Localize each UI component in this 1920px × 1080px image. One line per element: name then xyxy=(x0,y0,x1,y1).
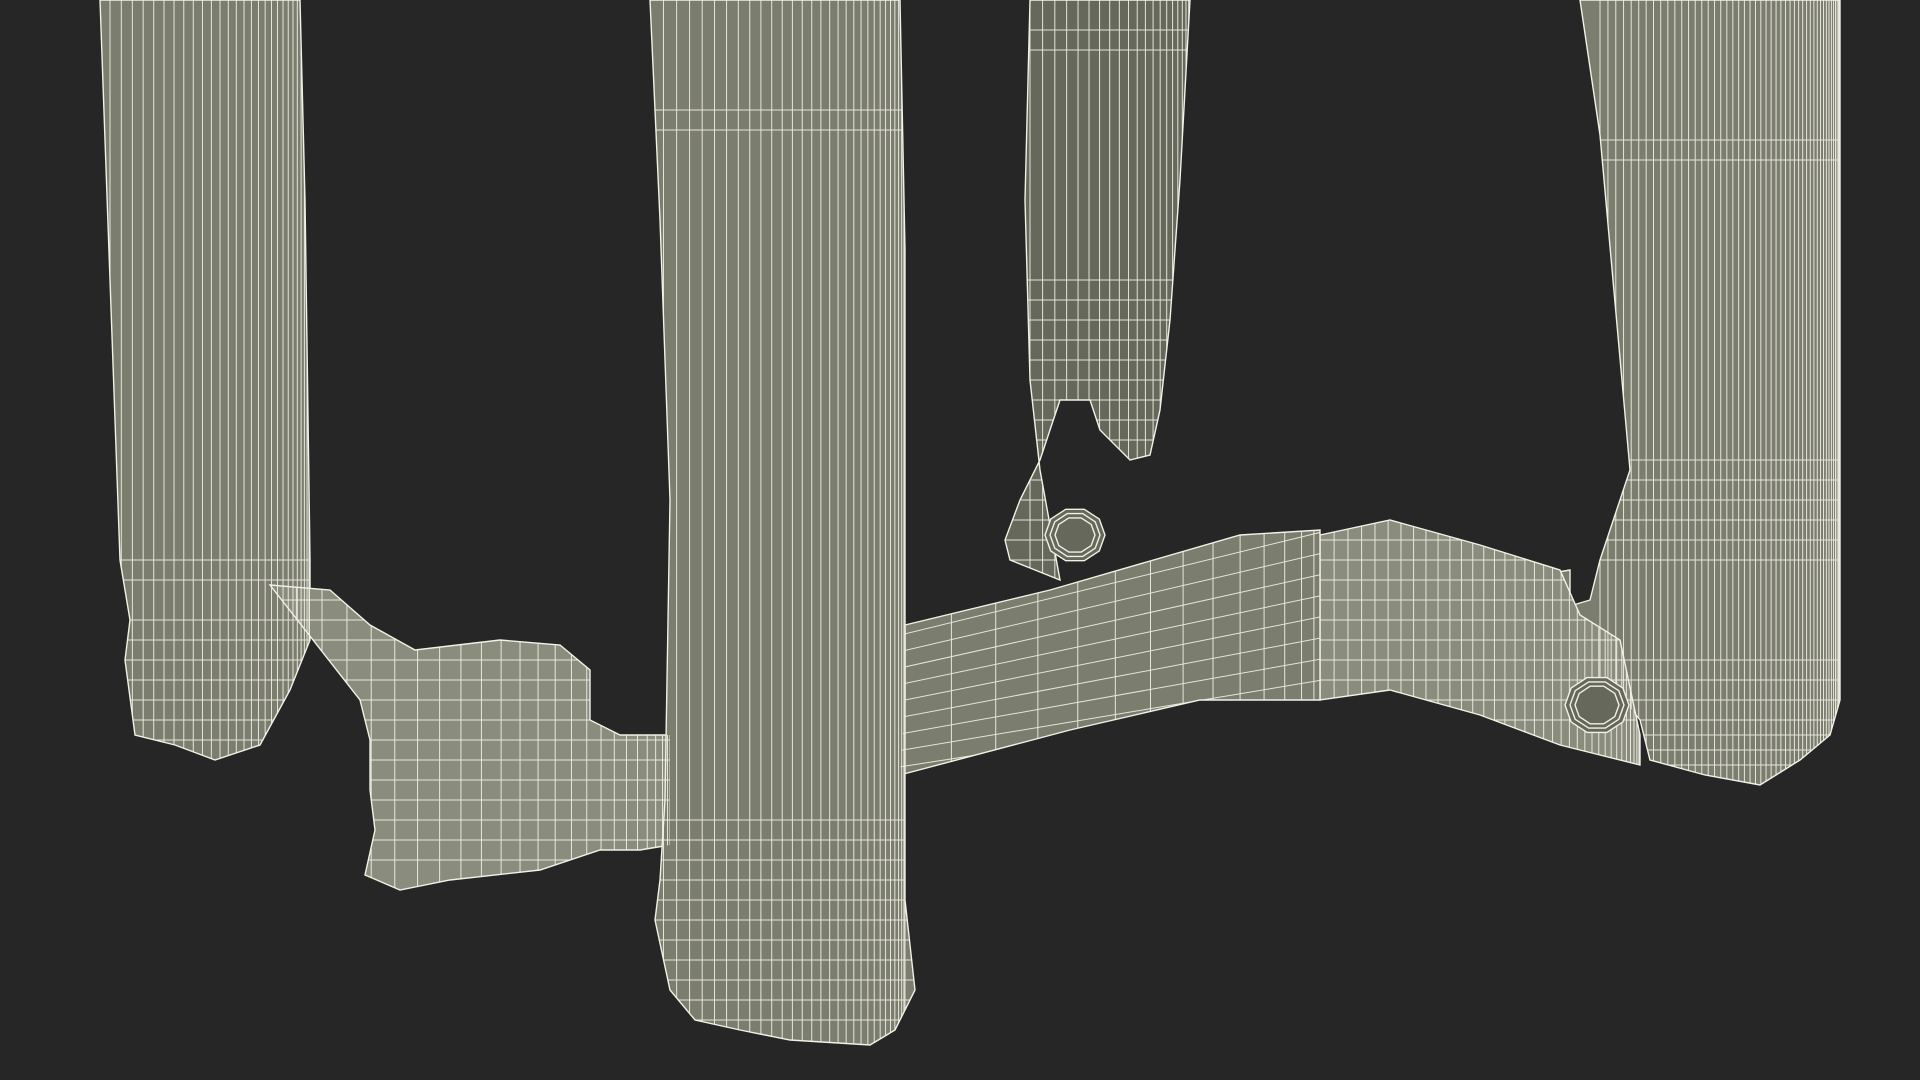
wireframe-model xyxy=(99,0,1841,1046)
front-left-leg xyxy=(99,0,311,761)
back-left-leg xyxy=(1004,0,1191,582)
bolt-back-left xyxy=(1044,508,1106,562)
bolt-back-right xyxy=(1564,676,1630,734)
rail-front xyxy=(268,584,671,891)
rail-middle xyxy=(899,529,1321,776)
render-viewport xyxy=(0,0,1920,1080)
mesh-surfaces xyxy=(99,0,1841,1046)
